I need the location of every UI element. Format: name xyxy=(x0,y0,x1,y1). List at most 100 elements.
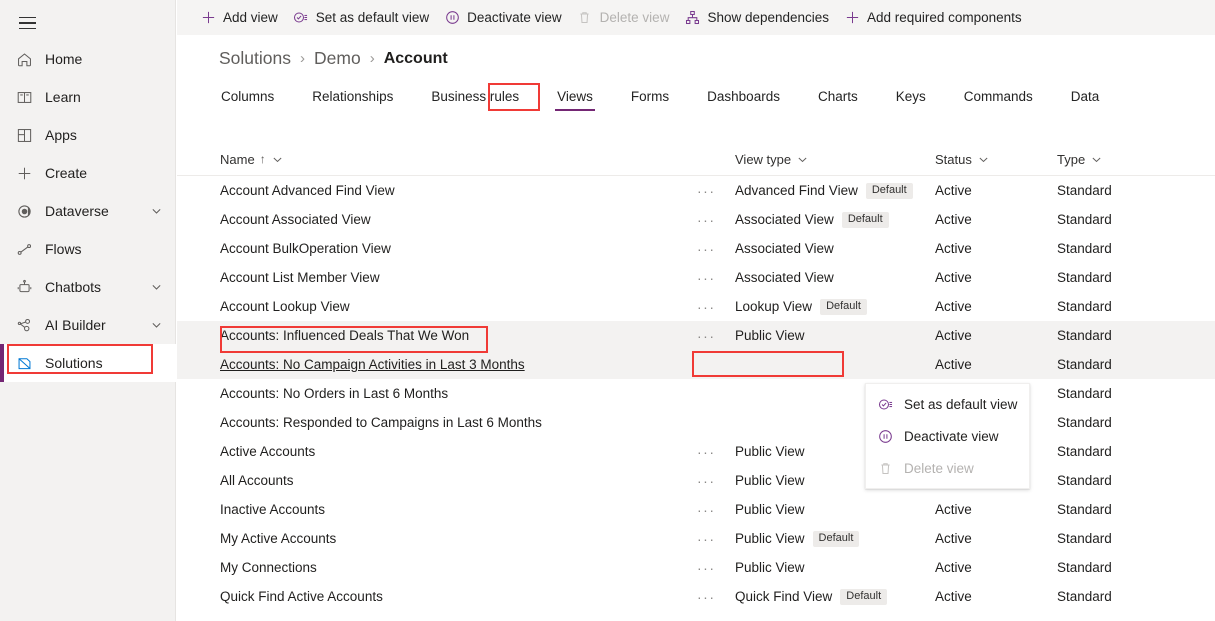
table-row[interactable]: Account BulkOperation View ··· Associated … xyxy=(177,234,1215,263)
row-overflow-menu-icon[interactable]: ··· xyxy=(697,299,735,315)
tab-columns[interactable]: Columns xyxy=(219,87,276,111)
table-row[interactable]: Account List Member View ··· Associated Vi… xyxy=(177,263,1215,292)
chevron-down-icon[interactable] xyxy=(151,282,162,293)
tab-dashboards[interactable]: Dashboards xyxy=(705,87,782,111)
cell-view-type: Public View xyxy=(735,328,935,343)
view-name-label: Account BulkOperation View xyxy=(220,241,391,256)
sidebar-item-flows[interactable]: Flows xyxy=(0,230,176,268)
column-header-name[interactable]: Name ↑ xyxy=(177,152,697,167)
table-row[interactable]: Accounts: Influenced Deals That We Won ··… xyxy=(177,321,1215,350)
default-badge: Default xyxy=(841,211,889,228)
cell-view-name[interactable]: Accounts: No Orders in Last 6 Months xyxy=(177,386,697,401)
table-row[interactable]: Accounts: No Campaign Activities in Last… xyxy=(177,350,1215,379)
sidebar-item-apps[interactable]: Apps xyxy=(0,116,176,154)
row-overflow-menu-icon[interactable]: ··· xyxy=(697,502,735,518)
cell-view-name[interactable]: Active Accounts xyxy=(177,444,697,459)
tab-relationships[interactable]: Relationships xyxy=(310,87,395,111)
set-as-default-view-button[interactable]: Set as default view xyxy=(292,0,429,35)
row-overflow-menu-icon[interactable]: ··· xyxy=(697,241,735,257)
chevron-down-icon[interactable] xyxy=(272,154,283,165)
add-view-button[interactable]: Add view xyxy=(199,0,278,35)
context-menu-deactivate-view[interactable]: Deactivate view xyxy=(866,420,1029,452)
row-overflow-menu-icon[interactable]: ··· xyxy=(697,473,735,489)
breadcrumb-demo[interactable]: Demo xyxy=(314,48,361,69)
cell-view-name[interactable]: Inactive Accounts xyxy=(177,502,697,517)
cell-view-name[interactable]: My Connections xyxy=(177,560,697,575)
table-row[interactable]: My Active Accounts ··· Public View Default A… xyxy=(177,524,1215,553)
cell-view-name[interactable]: Quick Find Active Accounts xyxy=(177,589,697,604)
breadcrumb-separator-icon: › xyxy=(369,50,375,67)
chevron-down-icon[interactable] xyxy=(1091,154,1102,165)
cell-view-name[interactable]: Accounts: No Campaign Activities in Last… xyxy=(177,357,697,372)
tab-views[interactable]: Views xyxy=(555,87,595,111)
app-root: Home Learn Apps Create Dataverse Flows C… xyxy=(0,0,1215,621)
cell-view-name[interactable]: All Accounts xyxy=(177,473,697,488)
deactivate-view-button[interactable]: Deactivate view xyxy=(443,0,562,35)
tab-label: Columns xyxy=(221,89,275,104)
context-menu-label: Delete view xyxy=(904,460,974,476)
cell-view-name[interactable]: Account Lookup View xyxy=(177,299,697,314)
table-row[interactable]: Quick Find Active Accounts ··· Quick Find … xyxy=(177,582,1215,611)
table-row[interactable]: Accounts: Responded to Campaigns in Last… xyxy=(177,408,1215,437)
cell-type: Standard xyxy=(1057,473,1112,488)
table-row[interactable]: Account Associated View ··· Associated Vie… xyxy=(177,205,1215,234)
tab-business-rules[interactable]: Business rules xyxy=(429,87,521,111)
column-header-view-type[interactable]: View type xyxy=(735,152,935,167)
cell-status: Active xyxy=(935,241,972,256)
row-overflow-menu-icon[interactable]: ··· xyxy=(697,560,735,576)
table-row[interactable]: Accounts: No Orders in Last 6 MonthsActi… xyxy=(177,379,1215,408)
table-row[interactable]: Account Advanced Find View ··· Advanced Fi… xyxy=(177,176,1215,205)
sidebar-item-ai-builder[interactable]: AI Builder xyxy=(0,306,176,344)
context-menu-set-as-default-view[interactable]: Set as default view xyxy=(866,388,1029,420)
cell-view-name[interactable]: Account BulkOperation View xyxy=(177,241,697,256)
chevron-down-icon[interactable] xyxy=(151,320,162,331)
cell-view-name[interactable]: My Active Accounts xyxy=(177,531,697,546)
row-overflow-menu-icon[interactable]: ··· xyxy=(697,212,735,228)
cell-type: Standard xyxy=(1057,241,1112,256)
table-row[interactable]: My Connections ··· Public View Active Standa… xyxy=(177,553,1215,582)
tab-forms[interactable]: Forms xyxy=(629,87,671,111)
tab-commands[interactable]: Commands xyxy=(962,87,1035,111)
add-required-components-button[interactable]: Add required components xyxy=(843,0,1022,35)
table-row[interactable]: Inactive Accounts ··· Public View Active Sta… xyxy=(177,495,1215,524)
sidebar-item-label: Apps xyxy=(45,127,77,143)
sidebar-item-learn[interactable]: Learn xyxy=(0,78,176,116)
hamburger-menu-icon[interactable] xyxy=(10,8,44,38)
tab-keys[interactable]: Keys xyxy=(894,87,928,111)
row-overflow-menu-icon[interactable]: ··· xyxy=(697,270,735,286)
breadcrumb-solutions[interactable]: Solutions xyxy=(219,48,291,69)
row-overflow-menu-icon[interactable]: ··· xyxy=(697,531,735,547)
show-dependencies-button[interactable]: Show dependencies xyxy=(683,0,829,35)
column-header-type[interactable]: Type xyxy=(1057,152,1177,167)
table-row[interactable]: Active Accounts···Public ViewActiveStand… xyxy=(177,437,1215,466)
sidebar-item-solutions[interactable]: Solutions xyxy=(0,344,176,382)
chevron-down-icon[interactable] xyxy=(978,154,989,165)
row-overflow-menu-icon[interactable]: ··· xyxy=(697,183,735,199)
cell-view-name[interactable]: Account List Member View xyxy=(177,270,697,285)
table-row[interactable]: All Accounts···Public ViewActiveStandard xyxy=(177,466,1215,495)
view-name-label: Account Lookup View xyxy=(220,299,350,314)
table-row[interactable]: Account Lookup View ··· Lookup View Default… xyxy=(177,292,1215,321)
trash-icon xyxy=(576,9,594,27)
cell-view-name[interactable]: Accounts: Responded to Campaigns in Last… xyxy=(177,415,697,430)
row-overflow-menu-icon[interactable]: ··· xyxy=(697,589,735,605)
chevron-down-icon[interactable] xyxy=(151,206,162,217)
tab-charts[interactable]: Charts xyxy=(816,87,860,111)
flows-icon xyxy=(13,238,35,260)
row-overflow-menu-icon[interactable]: ··· xyxy=(697,444,735,460)
sidebar-item-create[interactable]: Create xyxy=(0,154,176,192)
view-type-label: Public View xyxy=(735,328,805,343)
tab-data[interactable]: Data xyxy=(1069,87,1102,111)
cell-view-name[interactable]: Account Associated View xyxy=(177,212,697,227)
column-header-status[interactable]: Status xyxy=(935,152,1057,167)
sidebar-item-home[interactable]: Home xyxy=(0,40,176,78)
sidebar-item-dataverse[interactable]: Dataverse xyxy=(0,192,176,230)
apps-icon xyxy=(13,124,35,146)
chevron-down-icon[interactable] xyxy=(797,154,808,165)
row-overflow-menu-icon[interactable]: ··· xyxy=(697,328,735,344)
cell-view-name[interactable]: Account Advanced Find View xyxy=(177,183,697,198)
column-header-label: Status xyxy=(935,151,972,167)
sidebar-item-chatbots[interactable]: Chatbots xyxy=(0,268,176,306)
cell-view-name[interactable]: Accounts: Influenced Deals That We Won xyxy=(177,328,697,343)
context-menu-label: Set as default view xyxy=(904,396,1018,412)
